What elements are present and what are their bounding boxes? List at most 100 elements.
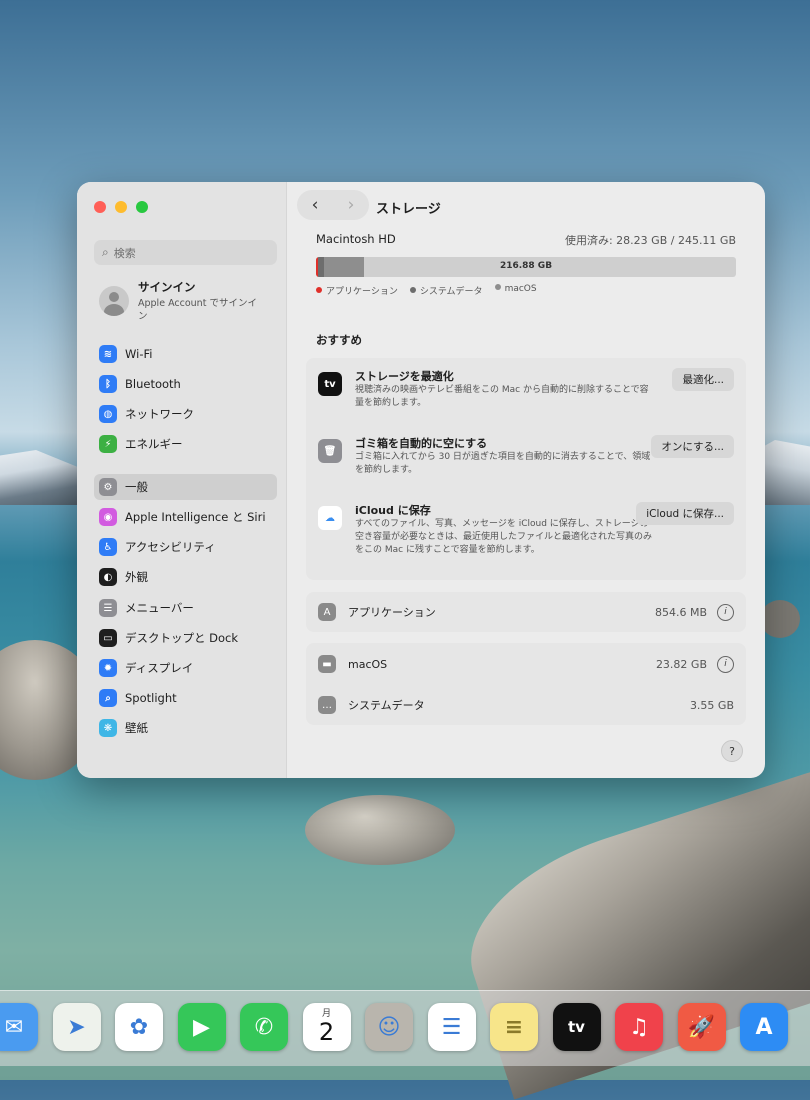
legend-item: macOS [494, 284, 537, 297]
category-card-applications: A アプリケーション 854.6 MB i [306, 592, 746, 632]
sidebar: ⌕ 検索 サインイン Apple Account でサインイン ≋ Wi-Fi ᛒ B… [77, 182, 287, 778]
category-size: 3.55 GB [689, 698, 734, 712]
legend-label: システムデータ [419, 287, 483, 297]
sidebar-item-label: Spotlight [125, 691, 177, 705]
sidebar-item[interactable]: ❋ 壁紙 [94, 715, 277, 741]
storage-bar: 216.88 GB [316, 257, 736, 277]
dock-glyph: A [755, 1014, 773, 1040]
appearance-icon: ◐ [99, 568, 117, 586]
dock-glyph: ☰ [441, 1014, 462, 1040]
recommendation-button[interactable]: オンにする... [651, 435, 734, 458]
system-data-icon: … [318, 696, 336, 714]
sidebar-item[interactable]: ♿ アクセシビリティ [94, 534, 277, 560]
recommendations-card: tv ストレージを最適化 視聴済みの映画やテレビ番組をこの Mac から自動的に削除… [306, 358, 746, 580]
account-signin[interactable]: サインイン Apple Account でサインイン [99, 279, 258, 323]
dock-contacts-icon[interactable]: ☺ [365, 1003, 413, 1051]
close-button[interactable] [94, 201, 106, 213]
dock-app-store-icon[interactable]: A [740, 1003, 788, 1051]
wifi-icon: ≋ [99, 345, 117, 363]
recommendations-title: おすすめ [316, 333, 362, 347]
dock-mail-icon[interactable]: ✉ [0, 1003, 38, 1051]
dock-calendar-icon[interactable]: 月2 [302, 1003, 351, 1051]
dock-launchpad-icon[interactable]: 🚀 [677, 1003, 726, 1051]
calendar-month: 月 [321, 1009, 331, 1019]
dock-glyph: ≡ [504, 1014, 524, 1040]
accessibility-icon: ♿ [99, 538, 117, 556]
main-pane: ‹ › ストレージ Macintosh HD 使用済み: 28.23 GB / … [287, 182, 765, 778]
dock-notes-icon[interactable]: ≡ [490, 1003, 538, 1051]
search-placeholder: 検索 [113, 246, 136, 260]
search-input[interactable]: ⌕ 検索 [94, 240, 277, 265]
dock: ✉ ➤ ✿ ▶ ✆ 月 2 ☺ ☰ ≡ tv ♫ 🚀 A [0, 990, 810, 1066]
category-size: 23.82 GB [655, 657, 707, 671]
network-icon: ◍ [99, 405, 117, 423]
sidebar-item-label: メニューバー [125, 601, 194, 615]
avatar [99, 286, 129, 316]
rock-center [305, 795, 455, 865]
dock-glyph: ☺ [377, 1014, 401, 1040]
sidebar-item-label: Bluetooth [125, 377, 181, 391]
recommendation-description: 視聴済みの映画やテレビ番組をこの Mac から自動的に削除することで容量を節約し… [355, 385, 649, 408]
display-icon: ✹ [99, 659, 117, 677]
legend-label: アプリケーション [326, 287, 398, 297]
back-button[interactable]: ‹ [297, 195, 333, 215]
dock-reminders-icon[interactable]: ☰ [427, 1003, 476, 1051]
sidebar-item[interactable]: ᛒ Bluetooth [94, 371, 277, 397]
dock-glyph: ✉ [4, 1014, 24, 1040]
dock-glyph: 🚀 [687, 1014, 716, 1040]
recommendation-title: ゴミ箱を自動的に空にする [355, 437, 488, 450]
info-icon[interactable]: i [717, 603, 734, 621]
dock-tv-icon[interactable]: tv [552, 1003, 601, 1051]
dock-music-icon[interactable]: ♫ [615, 1003, 663, 1051]
sidebar-item[interactable]: ▭ デスクトップと Dock [94, 625, 277, 651]
siri-icon: ◉ [99, 508, 117, 526]
dock-facetime-icon[interactable]: ▶ [177, 1003, 226, 1051]
recommendation-button[interactable]: 最適化... [672, 368, 734, 391]
recommendation-button[interactable]: iCloud に保存... [636, 502, 734, 525]
sidebar-item[interactable]: ≋ Wi-Fi [94, 341, 277, 367]
sidebar-item-label: 一般 [125, 480, 148, 494]
appletv-icon: tv [318, 372, 342, 396]
dock-glyph: ✿ [129, 1014, 149, 1040]
help-button[interactable]: ? [721, 740, 743, 762]
forward-button[interactable]: › [333, 195, 369, 215]
sidebar-item[interactable]: ◍ ネットワーク [94, 401, 277, 427]
spotlight-icon: ⌕ [99, 689, 117, 707]
dock-glyph: tv [568, 1018, 585, 1036]
sidebar-item[interactable]: ◐ 外観 [94, 564, 277, 590]
applications-icon: A [318, 603, 336, 621]
category-row[interactable]: A アプリケーション 854.6 MB i [318, 602, 734, 622]
sidebar-item[interactable]: ✹ ディスプレイ [94, 655, 277, 681]
dock-glyph: ➤ [67, 1014, 86, 1040]
category-label: アプリケーション [348, 606, 436, 619]
account-subtitle: Apple Account でサインイン [138, 298, 257, 322]
recommendation-description: すべてのファイル、写真、メッセージを iCloud に保存し、ストレージの空き容… [355, 519, 653, 555]
sidebar-item[interactable]: ⚡ エネルギー [94, 431, 277, 457]
dock-phone-icon[interactable]: ✆ [240, 1003, 288, 1051]
dock-glyph: ▶ [193, 1014, 210, 1040]
recommendation-title: iCloud に保存 [355, 504, 431, 517]
category-row[interactable]: ▬ macOS 23.82 GB i [318, 654, 734, 674]
category-label: システムデータ [348, 699, 425, 712]
settings-window: ⌕ 検索 サインイン Apple Account でサインイン ≋ Wi-Fi ᛒ B… [77, 182, 765, 778]
legend-label: macOS [504, 284, 537, 294]
energy-icon: ⚡ [99, 435, 117, 453]
info-icon[interactable]: i [717, 655, 734, 673]
sidebar-item-label: Apple Intelligence と Siri [125, 510, 266, 524]
sidebar-item[interactable]: ⚙ 一般 [94, 474, 277, 500]
recommendation-description: ゴミ箱に入れてから 30 日が過ぎた項目を自動的に消去することで、領域を節約しま… [355, 452, 651, 475]
nav-buttons: ‹ › [297, 190, 369, 220]
minimize-button[interactable] [115, 201, 127, 213]
zoom-button[interactable] [136, 201, 148, 213]
sidebar-item[interactable]: ☰ メニューバー [94, 595, 277, 621]
desktop-dock-icon: ▭ [99, 629, 117, 647]
sidebar-item[interactable]: ⌕ Spotlight [94, 685, 277, 711]
dock-photos-icon[interactable]: ✿ [115, 1003, 163, 1051]
dock-maps-icon[interactable]: ➤ [52, 1003, 101, 1051]
disk-used: 使用済み: 28.23 GB / 245.11 GB [564, 234, 736, 247]
category-size: 854.6 MB [654, 605, 707, 619]
general-icon: ⚙ [99, 478, 117, 496]
sidebar-item[interactable]: ◉ Apple Intelligence と Siri [94, 504, 277, 530]
category-row[interactable]: … システムデータ 3.55 GB [318, 695, 734, 715]
window-controls [94, 201, 148, 213]
